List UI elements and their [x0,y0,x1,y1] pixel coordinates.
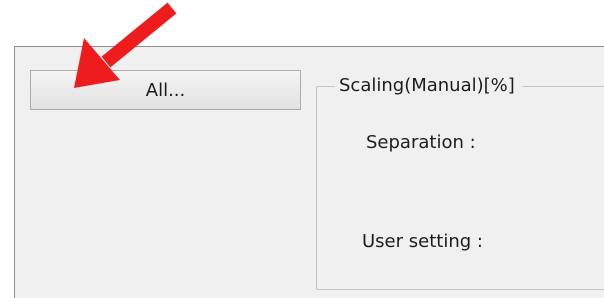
user-setting-label: User setting : [362,231,483,252]
scaling-groupbox [316,86,604,290]
groupbox-title: Scaling(Manual)[%] [335,72,523,100]
separation-label: Separation : [366,132,476,153]
red-arrow-icon [74,2,177,88]
